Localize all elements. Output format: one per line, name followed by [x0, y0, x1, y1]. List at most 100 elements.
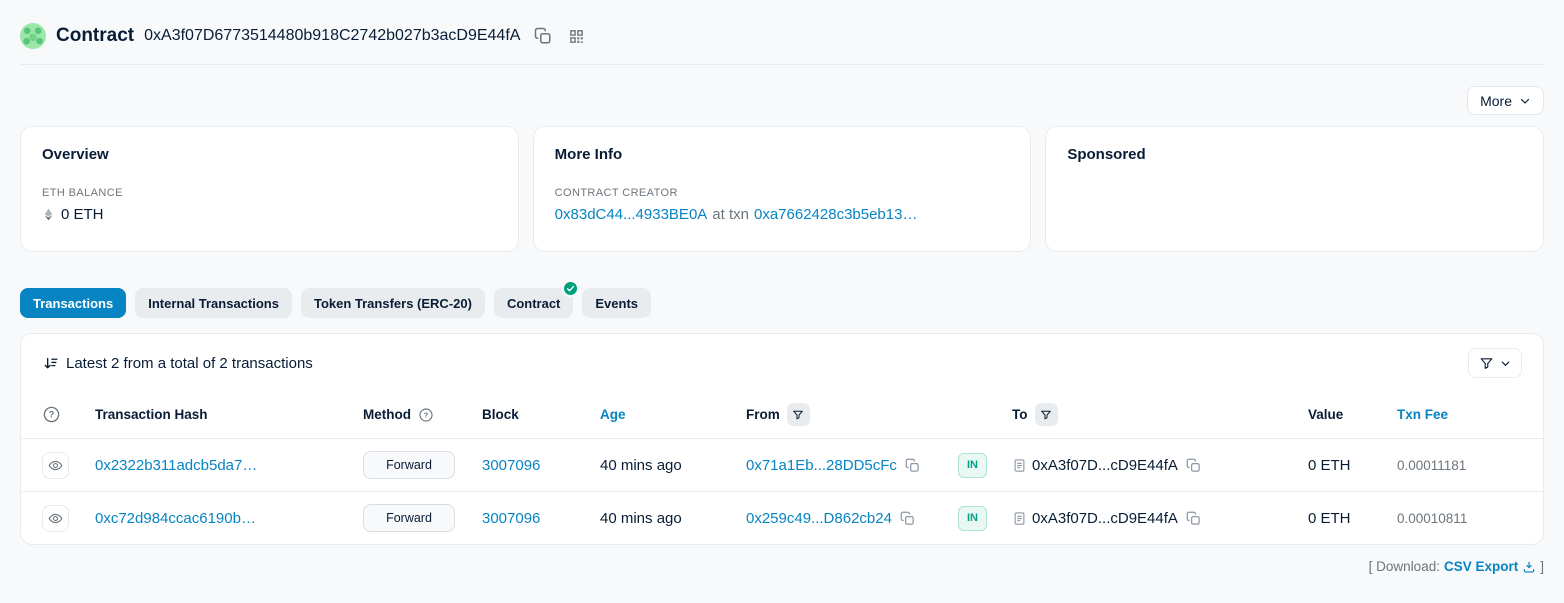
copy-from-address-button[interactable]	[905, 458, 920, 473]
copy-icon	[534, 27, 552, 45]
copy-icon	[905, 458, 920, 473]
table-filter-button[interactable]	[1468, 348, 1522, 378]
help-icon[interactable]: ?	[418, 407, 434, 423]
age-text: 40 mins ago	[600, 510, 682, 527]
transactions-body: 0x2322b311adcb5da7… Forward 3007096 40 m…	[21, 438, 1543, 544]
csv-export-label: CSV Export	[1444, 559, 1518, 574]
entity-type-label: Contract	[56, 25, 134, 47]
method-badge[interactable]: Forward	[363, 504, 455, 532]
block-link[interactable]: 3007096	[482, 457, 540, 474]
filter-funnel-icon	[792, 409, 804, 421]
filter-funnel-icon	[1040, 409, 1052, 421]
tab-internal-transactions[interactable]: Internal Transactions	[135, 288, 292, 318]
column-header-block: Block	[482, 407, 600, 422]
svg-text:?: ?	[49, 410, 55, 420]
to-filter-button[interactable]	[1035, 403, 1058, 426]
tab-label: Internal Transactions	[148, 296, 279, 311]
method-badge[interactable]: Forward	[363, 451, 455, 479]
copy-to-address-button[interactable]	[1186, 511, 1201, 526]
filter-funnel-icon	[1479, 356, 1494, 371]
contract-address: 0xA3f07D6773514480b918C2742b027b3acD9E44…	[144, 27, 520, 45]
tab-transactions[interactable]: Transactions	[20, 288, 126, 318]
transactions-panel: Latest 2 from a total of 2 transactions …	[20, 333, 1544, 545]
header-divider	[20, 64, 1544, 65]
sponsored-card: Sponsored	[1045, 126, 1544, 252]
age-text: 40 mins ago	[600, 457, 682, 474]
csv-export-link[interactable]: CSV Export	[1444, 559, 1536, 574]
eye-icon	[48, 458, 63, 473]
sort-desc-icon	[42, 355, 59, 372]
eth-diamond-icon	[42, 208, 55, 221]
copy-icon	[900, 511, 915, 526]
creator-connector-text: at txn	[712, 206, 749, 223]
more-info-card: More Info CONTRACT CREATOR 0x83dC44...49…	[533, 126, 1032, 252]
page-header: Contract 0xA3f07D6773514480b918C2742b027…	[20, 0, 1544, 52]
chevron-down-icon	[1519, 95, 1531, 107]
tx-hash-link[interactable]: 0xc72d984ccac6190b…	[95, 510, 256, 527]
sponsored-title: Sponsored	[1067, 146, 1522, 163]
tab-label: Token Transfers (ERC-20)	[314, 296, 472, 311]
copy-icon	[1186, 458, 1201, 473]
to-address-text: 0xA3f07D...cD9E44fA	[1032, 510, 1178, 527]
column-header-age-toggle[interactable]: Age	[600, 407, 626, 422]
tab-label: Transactions	[33, 296, 113, 311]
copy-icon	[1186, 511, 1201, 526]
contract-creator-label: CONTRACT CREATOR	[555, 187, 1010, 199]
tab-events[interactable]: Events	[582, 288, 651, 318]
from-address-link[interactable]: 0x259c49...D862cb24	[746, 510, 892, 527]
verified-check-icon	[562, 280, 579, 297]
creation-txn-link[interactable]: 0xa7662428c3b5eb13…	[754, 206, 917, 223]
copy-address-button[interactable]	[532, 25, 554, 47]
copy-to-address-button[interactable]	[1186, 458, 1201, 473]
column-header-fee-toggle[interactable]: Txn Fee	[1397, 407, 1448, 422]
tx-preview-eye-button[interactable]	[42, 505, 69, 532]
tabs: Transactions Internal Transactions Token…	[20, 288, 1544, 318]
table-header-row: ? Transaction Hash Method ? Block Age Fr…	[21, 391, 1543, 438]
column-header-value: Value	[1296, 407, 1392, 422]
download-suffix-text: ]	[1540, 559, 1544, 574]
column-header-method: Method	[363, 407, 411, 422]
eth-balance-value: 0 ETH	[61, 206, 104, 223]
from-address-link[interactable]: 0x71a1Eb...28DD5cFc	[746, 457, 897, 474]
more-info-title: More Info	[555, 146, 1010, 163]
direction-badge: IN	[958, 506, 987, 531]
eth-balance-label: ETH BALANCE	[42, 187, 497, 199]
qr-code-button[interactable]	[566, 26, 587, 47]
block-link[interactable]: 3007096	[482, 510, 540, 527]
fee-text: 0.00010811	[1397, 511, 1467, 526]
overview-title: Overview	[42, 146, 497, 163]
value-text: 0 ETH	[1308, 457, 1351, 474]
more-dropdown-button[interactable]: More	[1467, 86, 1544, 115]
tab-token-transfers-erc-20[interactable]: Token Transfers (ERC-20)	[301, 288, 485, 318]
transaction-row: 0xc72d984ccac6190b… Forward 3007096 40 m…	[21, 491, 1543, 544]
column-header-from: From	[746, 407, 780, 422]
tab-contract[interactable]: Contract	[494, 288, 573, 318]
download-row: [ Download: CSV Export ]	[20, 559, 1544, 574]
download-prefix-text: [ Download:	[1369, 559, 1440, 574]
download-icon	[1522, 560, 1536, 574]
help-icon[interactable]: ?	[42, 405, 61, 424]
document-icon	[1012, 511, 1027, 526]
tx-hash-link[interactable]: 0x2322b311adcb5da7…	[95, 457, 257, 474]
column-header-hash: Transaction Hash	[95, 407, 363, 422]
tab-label: Events	[595, 296, 638, 311]
transactions-summary: Latest 2 from a total of 2 transactions	[66, 355, 313, 372]
fee-text: 0.00011181	[1397, 458, 1466, 473]
creator-address-link[interactable]: 0x83dC44...4933BE0A	[555, 206, 708, 223]
from-filter-button[interactable]	[787, 403, 810, 426]
address-identicon	[20, 23, 46, 49]
document-icon	[1012, 458, 1027, 473]
chevron-down-icon	[1500, 358, 1511, 369]
tx-preview-eye-button[interactable]	[42, 452, 69, 479]
direction-badge: IN	[958, 453, 987, 478]
svg-text:?: ?	[424, 410, 429, 419]
transaction-row: 0x2322b311adcb5da7… Forward 3007096 40 m…	[21, 438, 1543, 491]
tab-label: Contract	[507, 296, 560, 311]
value-text: 0 ETH	[1308, 510, 1351, 527]
qr-code-icon	[568, 28, 585, 45]
eye-icon	[48, 511, 63, 526]
column-header-to: To	[1012, 407, 1028, 422]
overview-card: Overview ETH BALANCE 0 ETH	[20, 126, 519, 252]
copy-from-address-button[interactable]	[900, 511, 915, 526]
more-button-label: More	[1480, 93, 1512, 109]
